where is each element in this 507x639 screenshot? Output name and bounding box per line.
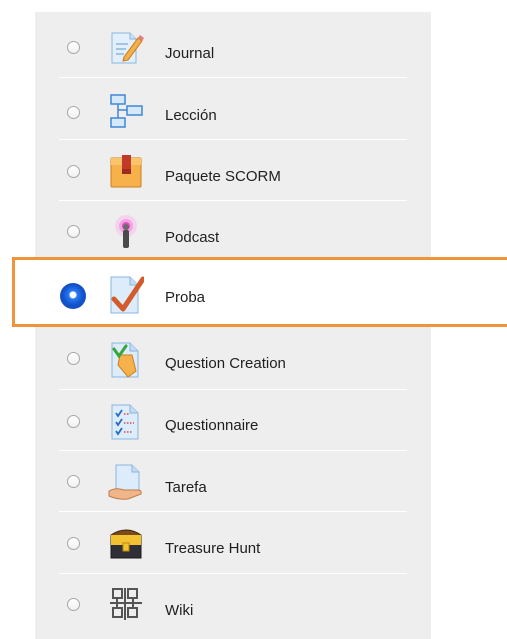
radio-button[interactable]	[67, 165, 80, 178]
radio-button-selected[interactable]	[60, 283, 86, 309]
radio-button[interactable]	[67, 106, 80, 119]
activity-label: Questionnaire	[165, 417, 259, 434]
radio-button[interactable]	[67, 475, 80, 488]
activity-item-question-creation[interactable]: Question Creation	[37, 329, 431, 390]
divider	[59, 77, 407, 78]
radio-button[interactable]	[67, 537, 80, 550]
radio-button[interactable]	[67, 352, 80, 365]
activity-label: Journal	[165, 45, 215, 62]
activity-label: Question Creation	[165, 355, 286, 372]
treasure-hunt-icon	[108, 525, 144, 561]
activity-item-proba-selected[interactable]	[12, 257, 507, 327]
activity-label: Lección	[165, 107, 217, 124]
question-creation-icon	[108, 341, 144, 378]
activity-item-questionnaire[interactable]: Questionnaire	[37, 390, 431, 451]
radio-button[interactable]	[67, 225, 80, 238]
activity-item-journal[interactable]: Journal	[37, 17, 431, 78]
activity-item-wiki[interactable]: Wiki	[37, 574, 431, 635]
radio-button[interactable]	[67, 415, 80, 428]
radio-button[interactable]	[67, 598, 80, 611]
questionnaire-icon	[108, 403, 144, 440]
activity-item-podcast[interactable]: Podcast	[37, 200, 431, 261]
activity-item-leccion[interactable]: Lección	[37, 79, 431, 140]
activity-chooser: Journal Lección Paquete SCORM Podcast Pr…	[0, 0, 507, 639]
divider	[59, 511, 407, 512]
activity-label: Paquete SCORM	[165, 168, 281, 185]
quiz-icon	[108, 275, 146, 314]
activity-label: Podcast	[165, 229, 220, 246]
lesson-icon	[108, 94, 144, 130]
activity-label: Treasure Hunt	[165, 540, 261, 557]
wiki-icon	[108, 586, 144, 622]
activity-item-treasure-hunt[interactable]: Treasure Hunt	[37, 513, 431, 574]
activity-item-paquete-scorm[interactable]: Paquete SCORM	[37, 140, 431, 201]
assignment-icon	[108, 463, 144, 500]
activity-label: Wiki	[165, 602, 194, 619]
activity-item-tarefa[interactable]: Tarefa	[37, 451, 431, 512]
activity-label: Tarefa	[165, 479, 207, 496]
activity-label: Proba	[165, 289, 206, 306]
scorm-package-icon	[108, 153, 144, 189]
journal-icon	[108, 30, 144, 66]
radio-button[interactable]	[67, 41, 80, 54]
podcast-icon	[108, 214, 144, 250]
